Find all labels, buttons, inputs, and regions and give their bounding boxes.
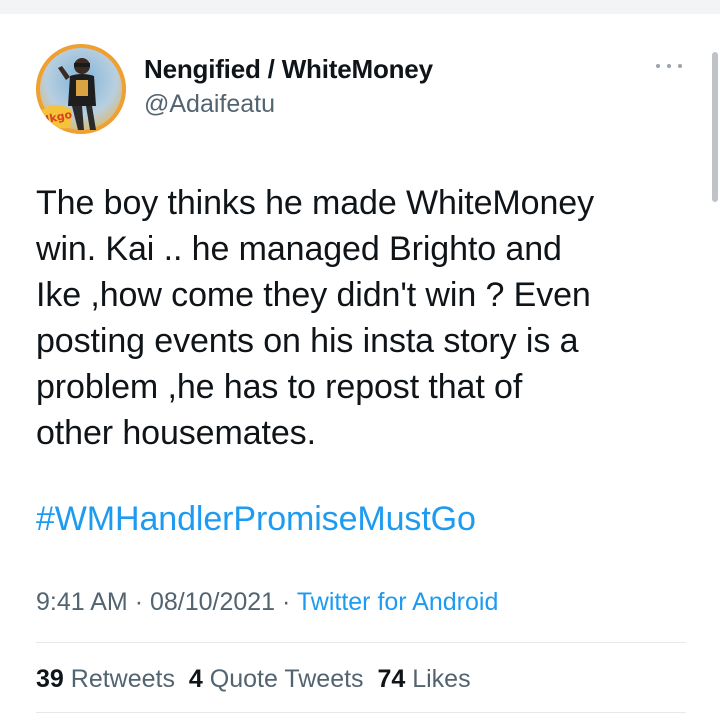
scrollbar[interactable] [712, 52, 718, 202]
top-strip [0, 0, 720, 14]
author-handle[interactable]: @Adaifeatu [144, 90, 275, 119]
likes-label: Likes [412, 665, 471, 693]
tweet-time[interactable]: 9:41 AM [36, 588, 128, 616]
tweet-date[interactable]: 08/10/2021 [150, 588, 275, 616]
likes-stat[interactable]: 74 Likes [377, 665, 470, 693]
author-display-name[interactable]: Nengified / WhiteMoney [144, 54, 433, 85]
retweets-count: 39 [36, 665, 64, 693]
divider [36, 712, 686, 713]
quote-tweets-stat[interactable]: 4 Quote Tweets [189, 665, 364, 693]
retweets-label: Retweets [70, 665, 175, 693]
likes-count: 74 [377, 665, 406, 693]
tweet-source-link[interactable]: Twitter for Android [297, 588, 498, 616]
more-horizontal-icon[interactable] [652, 56, 686, 76]
divider [36, 642, 686, 643]
engagement-stats: 39 Retweets 4 Quote Tweets 74 Likes [36, 665, 471, 694]
avatar[interactable]: Nkgo [36, 44, 126, 134]
quotes-label: Quote Tweets [209, 665, 364, 693]
tweet-metadata: 9:41 AM · 08/10/2021 · Twitter for Andro… [36, 588, 498, 617]
retweets-stat[interactable]: 39 Retweets [36, 665, 175, 693]
quotes-count: 4 [188, 665, 203, 693]
avatar-image: Nkgo [36, 44, 126, 134]
meta-separator: · [282, 588, 291, 616]
tweet-text: The boy thinks he made WhiteMoney win. K… [36, 184, 594, 452]
hashtag-link[interactable]: #WMHandlerPromiseMustGo [36, 500, 476, 539]
meta-separator: · [134, 588, 144, 616]
